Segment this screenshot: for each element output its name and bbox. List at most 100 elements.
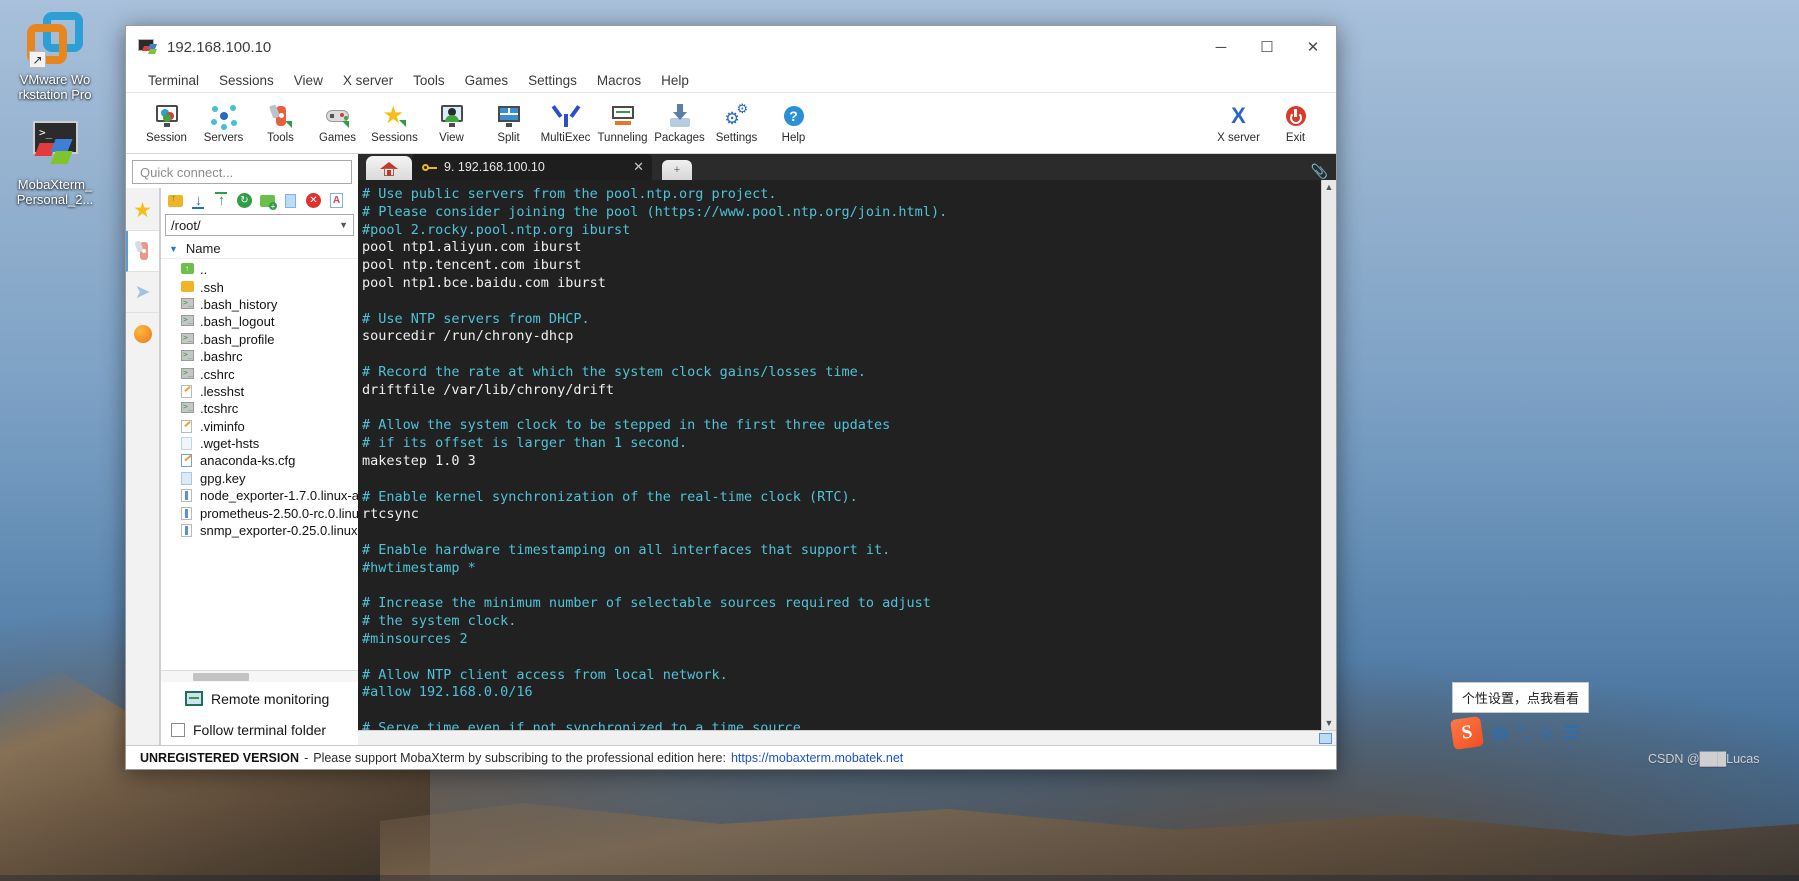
- sogou-logo-icon[interactable]: S: [1450, 716, 1484, 750]
- terminal-line-text: [362, 649, 370, 665]
- multiexec-icon: [551, 103, 580, 129]
- remote-monitoring-button[interactable]: Remote monitoring: [161, 682, 358, 715]
- toolbar-multiexec-button[interactable]: MultiExec: [537, 103, 594, 144]
- list-item[interactable]: ↑ ..: [161, 261, 358, 278]
- list-item[interactable]: prometheus-2.50.0-rc.0.linux-a: [161, 504, 358, 521]
- script-icon: >_: [181, 332, 194, 344]
- new-tab-button[interactable]: +: [662, 160, 692, 180]
- file-name: snmp_exporter-0.25.0.linux-am: [200, 523, 358, 539]
- terminal-line-text: # if its offset is larger than 1 second.: [362, 435, 688, 452]
- menu-x-server[interactable]: X server: [333, 71, 403, 90]
- paperclip-icon[interactable]: 📎: [1311, 163, 1328, 180]
- knife-icon: [133, 240, 154, 262]
- delete-icon[interactable]: ✕: [304, 191, 323, 210]
- toolbar-help-button[interactable]: ? Help: [765, 103, 822, 144]
- list-item[interactable]: >_ .bash_profile: [161, 331, 358, 348]
- toolbar-sessions-button[interactable]: ★ Sessions: [366, 103, 423, 144]
- toolbar-exit-button[interactable]: Exit: [1267, 103, 1324, 144]
- refresh-icon[interactable]: ↻: [235, 191, 254, 210]
- tunneling-icon: [610, 103, 636, 129]
- scroll-down-icon[interactable]: ▼: [1325, 718, 1334, 728]
- desktop-icon-mobaxterm[interactable]: MobaXterm_ Personal_2...: [0, 117, 110, 207]
- tab-session-1[interactable]: 9. 192.168.100.10 ✕: [412, 154, 652, 180]
- list-item[interactable]: .lesshst: [161, 383, 358, 400]
- menu-view[interactable]: View: [284, 71, 333, 90]
- menu-help[interactable]: Help: [651, 71, 699, 90]
- sidebar-tab-sftp[interactable]: ➤: [126, 272, 159, 313]
- toolbar-x-server-button[interactable]: X X server: [1210, 103, 1267, 144]
- menu-sessions[interactable]: Sessions: [209, 71, 284, 90]
- ime-emoji-button[interactable]: ☺: [1538, 723, 1555, 743]
- menu-terminal[interactable]: Terminal: [138, 71, 209, 90]
- terminal-line: driftfile /var/lib/chrony/drift: [362, 382, 1321, 400]
- scrollbar-thumb[interactable]: [193, 673, 249, 681]
- toolbar-tunneling-button[interactable]: Tunneling: [594, 103, 651, 144]
- ascii-icon[interactable]: A: [327, 191, 346, 210]
- tab-home[interactable]: [366, 156, 412, 180]
- ime-punctuation-button[interactable]: °,: [1517, 723, 1529, 743]
- terminal-line: [362, 524, 1321, 542]
- up-folder-icon[interactable]: ↑: [166, 191, 185, 210]
- list-item[interactable]: >_ .tcshrc: [161, 400, 358, 417]
- list-item[interactable]: .ssh: [161, 278, 358, 295]
- scroll-up-icon[interactable]: ▲: [1325, 182, 1334, 192]
- file-list-horizontal-scrollbar[interactable]: [161, 670, 358, 682]
- window-maximize-button[interactable]: ☐: [1244, 26, 1290, 68]
- checkbox-box[interactable]: [171, 723, 185, 737]
- quick-connect-input[interactable]: Quick connect...: [132, 160, 352, 184]
- menu-macros[interactable]: Macros: [587, 71, 651, 90]
- file-list-header[interactable]: ▼ Name: [161, 239, 358, 259]
- chevron-down-icon[interactable]: ▼: [339, 220, 348, 230]
- list-item[interactable]: >_ .cshrc: [161, 365, 358, 382]
- taskbar[interactable]: [0, 875, 1799, 881]
- list-item[interactable]: node_exporter-1.7.0.linux-amd: [161, 487, 358, 504]
- toolbar-session-button[interactable]: Session: [138, 103, 195, 144]
- file-name: .bash_logout: [200, 314, 275, 330]
- tab-session-1-label: 9. 192.168.100.10: [444, 160, 545, 174]
- vmware-icon: ↗: [27, 12, 83, 68]
- new-file-icon[interactable]: [281, 191, 300, 210]
- ime-menu-button[interactable]: ☰: [1564, 723, 1579, 743]
- menu-settings[interactable]: Settings: [518, 71, 587, 90]
- terminal-scrollbar[interactable]: ▲ ▼: [1321, 180, 1336, 730]
- window-close-button[interactable]: ✕: [1290, 26, 1336, 68]
- new-folder-icon[interactable]: +: [258, 191, 277, 211]
- toolbar-view-button[interactable]: View: [423, 103, 480, 144]
- download-icon[interactable]: ↓: [189, 191, 208, 210]
- toolbar-packages-button[interactable]: Packages: [651, 103, 708, 144]
- list-item[interactable]: anaconda-ks.cfg: [161, 452, 358, 469]
- games-icon: [325, 103, 351, 129]
- path-input[interactable]: /root/ ▼: [165, 214, 354, 236]
- follow-terminal-folder-checkbox[interactable]: Follow terminal folder: [161, 715, 358, 745]
- list-item[interactable]: >_ .bash_history: [161, 296, 358, 313]
- window-minimize-button[interactable]: ─: [1198, 26, 1244, 68]
- blank-file-icon: [181, 471, 195, 485]
- toolbar-tools-button[interactable]: Tools: [252, 103, 309, 144]
- sidebar-tab-macros[interactable]: [126, 313, 159, 354]
- sidebar-tab-favorites[interactable]: ★: [126, 190, 159, 231]
- work-area: Quick connect... ★ ➤ ↑ ↓ ↑ ↻ + ✕ A /root…: [126, 154, 1336, 745]
- settings-gear-icon: ⚙ ⚙: [724, 100, 749, 128]
- desktop-icon-vmware[interactable]: ↗ VMware Wo rkstation Pro: [0, 12, 110, 102]
- list-item[interactable]: snmp_exporter-0.25.0.linux-am: [161, 522, 358, 539]
- tools-icon: [268, 103, 294, 129]
- sessions-star-icon: ★: [382, 101, 406, 129]
- ime-language-button[interactable]: 中: [1491, 721, 1508, 746]
- list-item[interactable]: .wget-hsts: [161, 435, 358, 452]
- upload-icon[interactable]: ↑: [212, 191, 231, 210]
- sidebar-tab-tools[interactable]: [126, 231, 159, 272]
- file-list[interactable]: ↑ .. .ssh >_ .bash_history >_ .bash_logo…: [161, 259, 358, 670]
- terminal-output[interactable]: # Use public servers from the pool.ntp.o…: [358, 180, 1321, 730]
- mobaxterm-link[interactable]: https://mobaxterm.mobatek.net: [731, 751, 903, 765]
- list-item[interactable]: >_ .bashrc: [161, 348, 358, 365]
- menu-tools[interactable]: Tools: [403, 71, 455, 90]
- menu-games[interactable]: Games: [455, 71, 519, 90]
- toolbar-split-button[interactable]: Split: [480, 103, 537, 144]
- list-item[interactable]: gpg.key: [161, 470, 358, 487]
- list-item[interactable]: .viminfo: [161, 418, 358, 435]
- tab-close-icon[interactable]: ✕: [633, 159, 644, 175]
- toolbar-servers-button[interactable]: Servers: [195, 103, 252, 144]
- toolbar-games-button[interactable]: Games: [309, 103, 366, 144]
- toolbar-settings-button[interactable]: ⚙ ⚙ Settings: [708, 100, 765, 144]
- list-item[interactable]: >_ .bash_logout: [161, 313, 358, 330]
